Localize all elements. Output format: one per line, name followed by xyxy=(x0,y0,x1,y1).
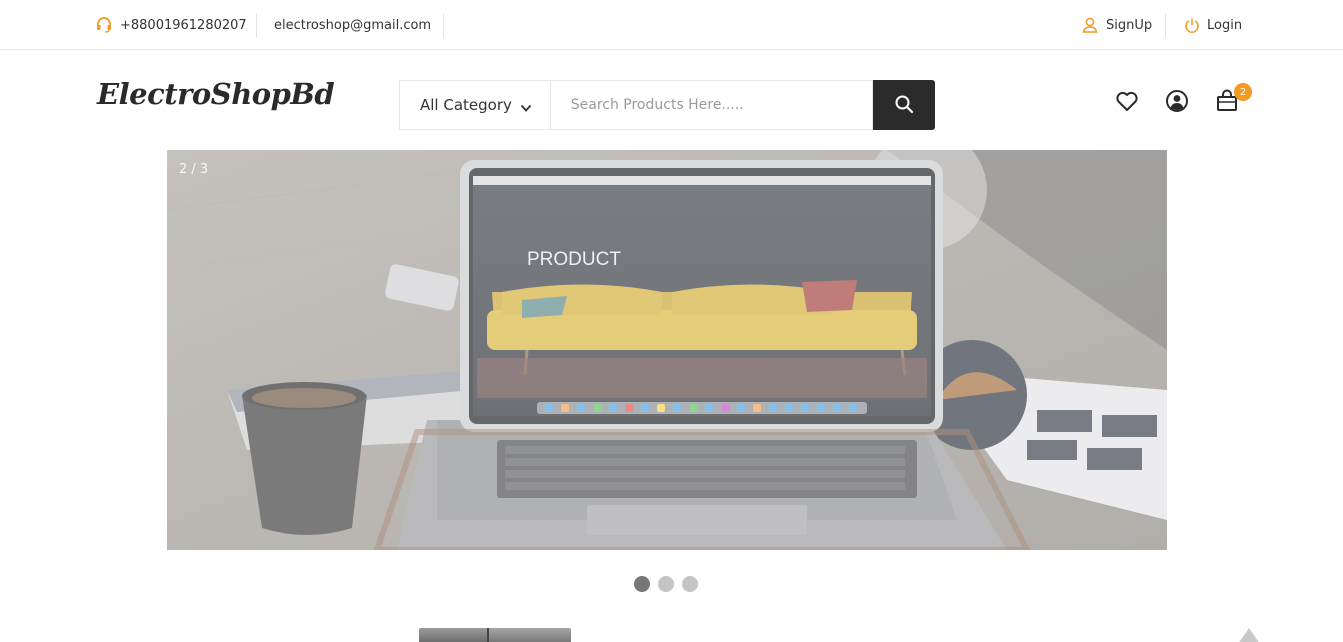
search-input[interactable] xyxy=(549,80,874,130)
hero-slider[interactable]: PRODUCT 2 / 3 xyxy=(167,150,1167,550)
email-contact[interactable]: electroshop@gmail.com xyxy=(274,0,431,50)
slider-dot-1[interactable] xyxy=(634,576,650,592)
divider xyxy=(443,14,444,38)
signup-link[interactable]: SignUp xyxy=(1081,0,1152,50)
slider-dot-2[interactable] xyxy=(658,576,674,592)
top-bar: +88001961280207 electroshop@gmail.com Si… xyxy=(0,0,1343,50)
signup-label: SignUp xyxy=(1106,17,1153,33)
search-bar: All Category xyxy=(399,80,935,130)
phone-number: +88001961280207 xyxy=(120,17,247,33)
slide-counter: 2 / 3 xyxy=(179,162,209,177)
divider xyxy=(256,14,257,38)
slide-image: PRODUCT xyxy=(167,150,1167,550)
heart-icon xyxy=(1115,90,1139,116)
power-icon xyxy=(1183,16,1201,34)
login-link[interactable]: Login xyxy=(1183,0,1242,50)
chevron-down-icon xyxy=(520,100,532,118)
slider-dot-3[interactable] xyxy=(682,576,698,592)
user-icon xyxy=(1081,16,1099,34)
scroll-top-icon[interactable] xyxy=(1238,628,1260,642)
divider xyxy=(1165,14,1166,38)
category-label: All Category xyxy=(420,96,512,114)
search-icon xyxy=(894,94,914,117)
product-image-preview xyxy=(419,628,577,642)
site-logo[interactable]: ElectroShopBd xyxy=(97,77,335,111)
headset-icon xyxy=(95,16,113,34)
wishlist-button[interactable] xyxy=(1114,90,1140,116)
search-button[interactable] xyxy=(873,80,935,130)
phone-contact[interactable]: +88001961280207 xyxy=(95,0,247,50)
slider-pagination xyxy=(634,576,698,592)
email-address: electroshop@gmail.com xyxy=(274,17,432,33)
cart-count-badge: 2 xyxy=(1234,83,1252,101)
category-select[interactable]: All Category xyxy=(399,80,550,130)
screen-heading: PRODUCT xyxy=(527,249,621,270)
account-button[interactable] xyxy=(1164,90,1190,116)
user-circle-icon xyxy=(1165,89,1189,117)
login-label: Login xyxy=(1207,17,1243,33)
